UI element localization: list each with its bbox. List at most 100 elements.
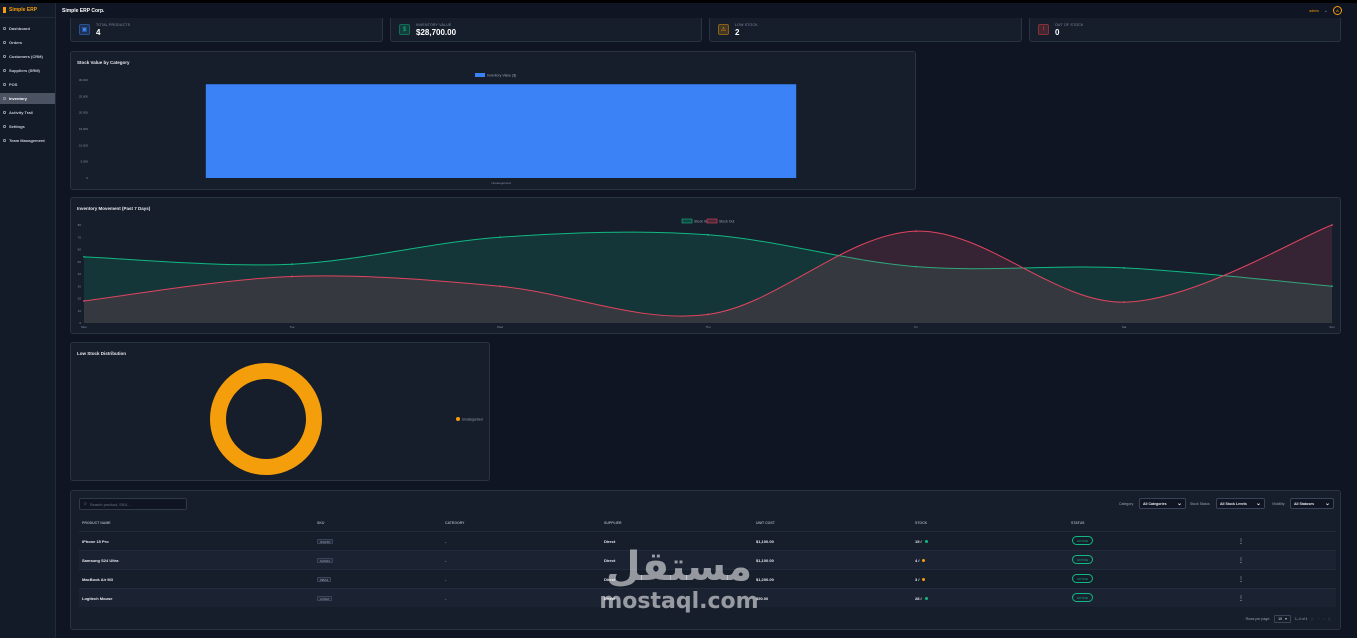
stock-out-point[interactable]	[1123, 301, 1125, 304]
chevron-down-icon: ⌄	[1176, 501, 1182, 507]
product-name: Logitech Mouse	[82, 596, 113, 601]
suppliers-srm-icon	[3, 69, 6, 72]
donut-slice[interactable]	[210, 363, 322, 475]
stat-card: ! OUT OF STOCK 0	[1029, 18, 1341, 42]
column-header[interactable]: STOCK	[915, 521, 927, 525]
column-header[interactable]: UNIT COST	[756, 521, 775, 525]
table-row[interactable]: MacBook Air M3 MBA3 - Direct $1,200.00 3 / ACT…	[79, 569, 1336, 588]
category-filter-select[interactable]: All Categories ⌄	[1139, 498, 1186, 509]
product-name: MacBook Air M3	[82, 577, 113, 582]
warning-icon: ⚠	[718, 24, 729, 35]
box-icon: ▣	[79, 24, 90, 35]
stat-card: ▣ TOTAL PRODUCTS 4	[70, 18, 383, 42]
stock-status-dot	[924, 540, 928, 543]
x-tick-label: Wed	[497, 325, 503, 329]
y-tick-label: 15,000	[79, 127, 89, 131]
stock-value: 28 /	[915, 596, 922, 601]
stock-value: 3 /	[915, 577, 920, 582]
table-row[interactable]: Samsung S24 Ultra SAM24 - Direct $1,100.00 4 …	[79, 550, 1336, 569]
sidebar-item-dashboard[interactable]: Dashboard	[0, 23, 55, 34]
sidebar-item-suppliers-srm[interactable]: Suppliers (SRM)	[0, 65, 55, 76]
dollar-icon: $	[399, 24, 410, 35]
more-actions-icon[interactable]: ⋮	[1238, 538, 1244, 545]
sidebar-item-label: Orders	[9, 40, 23, 45]
column-header[interactable]: PRODUCT NAME	[82, 521, 111, 525]
status-badge: ACTIVE	[1072, 574, 1093, 583]
x-tick-label: Tue	[289, 325, 294, 329]
prev-page-icon[interactable]: ‹	[1318, 617, 1319, 621]
stock-in-point[interactable]	[83, 255, 85, 258]
supplier: Direct	[604, 577, 616, 582]
sidebar-item-settings[interactable]: Settings	[0, 121, 55, 132]
stat-value: $28,700.00	[416, 27, 457, 37]
filter-value: All Categories	[1143, 501, 1167, 506]
brand[interactable]: Simple ERP	[0, 3, 55, 18]
user-name[interactable]: admin	[1309, 9, 1319, 13]
next-page-icon[interactable]: ›	[1323, 617, 1324, 621]
stock-out-point[interactable]	[291, 275, 293, 278]
column-header[interactable]: SUPPLIER	[604, 521, 622, 525]
sidebar-item-orders[interactable]: Orders	[0, 37, 55, 48]
stock-in-point[interactable]	[707, 233, 709, 236]
avatar[interactable]: A	[1333, 6, 1342, 15]
column-header[interactable]: CATEGORY	[445, 521, 464, 525]
x-tick-label: Thu	[705, 325, 711, 329]
y-tick-label: 5,000	[80, 160, 88, 164]
chevron-down-icon: ⌄	[1255, 501, 1261, 507]
status-badge: ACTIVE	[1072, 593, 1093, 602]
low-stock-panel: Low Stock Distribution Uncategorized	[70, 342, 490, 481]
last-page-icon[interactable]: ›|	[1328, 617, 1330, 621]
chevron-down-icon[interactable]: ⌄	[1324, 8, 1328, 14]
x-tick-label: Sun	[1329, 325, 1335, 329]
more-actions-icon[interactable]: ⋮	[1238, 576, 1244, 583]
y-tick-label: 25,000	[79, 94, 89, 98]
bar[interactable]	[205, 84, 797, 178]
alert-icon: !	[1038, 24, 1049, 35]
logo-icon	[3, 7, 6, 13]
sidebar-item-activity-trail[interactable]: Activity Trail	[0, 107, 55, 118]
sku-chip: MBA3	[317, 577, 332, 582]
sidebar-item-label: Activity Trail	[9, 110, 33, 115]
stock-in-point[interactable]	[499, 236, 501, 239]
unit-cost: $50.00	[756, 596, 769, 601]
stock-in-point[interactable]	[291, 263, 293, 266]
stock-out-point[interactable]	[83, 300, 85, 302]
status-badge: ACTIVE	[1072, 555, 1093, 564]
sidebar-item-team-management[interactable]: Team Management	[0, 135, 55, 146]
visibility-filter-select[interactable]: All Statuses ⌄	[1290, 498, 1334, 509]
rows-per-page-select[interactable]: 10 ▾	[1274, 615, 1291, 623]
sidebar-item-label: Inventory	[9, 96, 28, 101]
stock-out-point[interactable]	[1331, 224, 1333, 226]
stock-status-filter-select[interactable]: All Stock Levels ⌄	[1216, 498, 1265, 509]
y-tick-label: 20	[78, 297, 82, 301]
x-tick-label: Uncategorized	[491, 181, 511, 185]
stock-out-point[interactable]	[707, 313, 709, 316]
stock-status-filter-label: Stock Status	[1190, 502, 1210, 506]
stock-out-point[interactable]	[499, 285, 501, 288]
sidebar-item-customers-crm[interactable]: Customers (CRM)	[0, 51, 55, 62]
y-tick-label: 60	[78, 248, 82, 252]
table-row[interactable]: iPhone 15 Pro IPH15P - Direct $1,100.00 15 / A…	[79, 531, 1336, 550]
first-page-icon[interactable]: |‹	[1312, 617, 1314, 621]
table-row[interactable]: Logitech Mouse LOGM - Direct $50.00 28 / ACTIV…	[79, 588, 1336, 607]
column-header[interactable]: STATUS	[1071, 521, 1084, 525]
stock-out-point[interactable]	[915, 230, 917, 233]
sidebar-item-pos[interactable]: POS	[0, 79, 55, 90]
y-tick-label: 10,000	[79, 143, 89, 147]
category-filter-label: Category	[1119, 502, 1134, 506]
search-input[interactable]: ⌕ Search product, SKU...	[79, 498, 187, 510]
sidebar-item-label: POS	[9, 82, 18, 87]
sku-chip: IPH15P	[317, 539, 334, 544]
visibility-filter-label: Visibility	[1272, 502, 1285, 506]
sidebar-item-inventory[interactable]: Inventory	[0, 93, 55, 104]
stat-value: 0	[1055, 27, 1060, 37]
column-header[interactable]: SKU	[317, 521, 324, 525]
category: -	[445, 596, 447, 601]
dashboard-icon	[3, 27, 6, 30]
x-tick-label: Mon	[81, 325, 87, 329]
more-actions-icon[interactable]: ⋮	[1238, 595, 1244, 602]
more-actions-icon[interactable]: ⋮	[1238, 557, 1244, 564]
stock-in-point[interactable]	[1123, 266, 1125, 269]
stock-value: 4 /	[915, 558, 920, 563]
stock-value-chart: Inventory Value ($) 30,000 25,000 20,000 15,…	[79, 73, 797, 185]
